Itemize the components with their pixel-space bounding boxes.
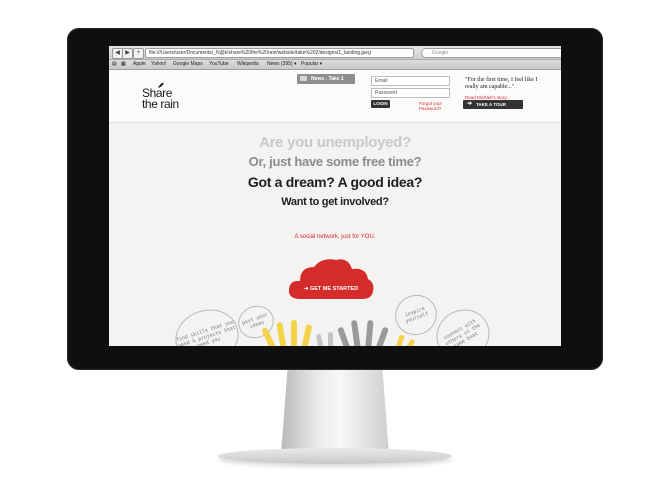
bookmark-youtube[interactable]: YouTube: [209, 61, 229, 68]
bookmark-yahoo[interactable]: Yahoo!: [151, 61, 166, 68]
get-started-button[interactable]: ➜ GET ME STARTED: [286, 286, 376, 292]
tab-news-label: News - Take 1: [311, 76, 344, 82]
forward-button[interactable]: ▶: [122, 48, 133, 59]
cloud-button-shape[interactable]: [286, 255, 376, 303]
yellow-hand-left: [262, 320, 312, 346]
bubble-connect: connect with others in the same boat: [427, 299, 499, 346]
add-bookmark-button[interactable]: +: [133, 48, 144, 59]
raindrop-icon: [158, 82, 164, 88]
url-field[interactable]: file:///Users/user/Documents/_N@k/share%…: [145, 48, 414, 58]
headline-free-time: Or, just have some free time?: [248, 154, 422, 169]
gray-hand-right: [337, 320, 389, 346]
headline-unemployed: Are you unemployed?: [259, 134, 411, 151]
gray-hand-center: [316, 332, 333, 346]
bubble-find-skills: find skills that you need & projects tha…: [168, 301, 246, 346]
bookmark-popular[interactable]: Popular ▾: [301, 61, 322, 68]
reader-icon[interactable]: ▤: [112, 61, 117, 68]
logo-line-2: the rain: [142, 97, 179, 111]
arrow-right-icon: ➜: [467, 101, 473, 107]
bookmarks-bar: ▤ ▦ Apple Yahoo! Google Maps YouTube Wik…: [109, 60, 561, 70]
bookmark-google-maps[interactable]: Google Maps: [173, 61, 203, 68]
take-tour-label: TAKE A TOUR: [476, 102, 506, 107]
hands-illustration: [262, 320, 415, 346]
browser-window: ◀ ▶ + file:///Users/user/Documents/_N@k/…: [109, 46, 561, 346]
tagline: A social network, just for YOU.: [294, 234, 376, 240]
forgot-line-2: Password?: [419, 106, 442, 111]
bookmark-news[interactable]: News (395) ▾: [267, 61, 296, 68]
monitor-frame: ◀ ▶ + file:///Users/user/Documents/_N@k/…: [67, 28, 603, 370]
bookmark-wikipedia[interactable]: Wikipedia: [237, 61, 259, 68]
yellow-hand-right: [393, 334, 415, 346]
take-tour-button[interactable]: ➜ TAKE A TOUR: [463, 100, 523, 109]
browser-search-input[interactable]: Google: [421, 48, 561, 58]
bookmark-apple[interactable]: Apple: [133, 61, 146, 68]
monitor-stand: [281, 370, 389, 454]
email-field[interactable]: Email: [371, 76, 450, 86]
get-started-label: GET ME STARTED: [309, 286, 359, 292]
headline-involved: Want to get involved?: [281, 196, 389, 208]
site-header: Share the rain News - Take 1 Email Passw…: [109, 70, 561, 123]
tab-news[interactable]: News - Take 1: [297, 74, 355, 84]
testimonial-quote: "For the first time, I feel like I reall…: [465, 77, 538, 90]
password-field[interactable]: Password: [371, 88, 450, 98]
site-logo[interactable]: Share the rain: [142, 87, 179, 111]
news-icon: [300, 76, 307, 81]
monitor-base: [218, 448, 452, 464]
headline-dream: Got a dream? A good idea?: [247, 174, 423, 190]
grid-icon[interactable]: ▦: [121, 61, 126, 68]
login-button[interactable]: LOGIN: [371, 100, 390, 108]
forgot-password-link[interactable]: Forgot your Password?: [419, 101, 442, 111]
browser-toolbar: ◀ ▶ + file:///Users/user/Documents/_N@k/…: [109, 46, 561, 60]
landing-page: Share the rain News - Take 1 Email Passw…: [109, 70, 561, 346]
